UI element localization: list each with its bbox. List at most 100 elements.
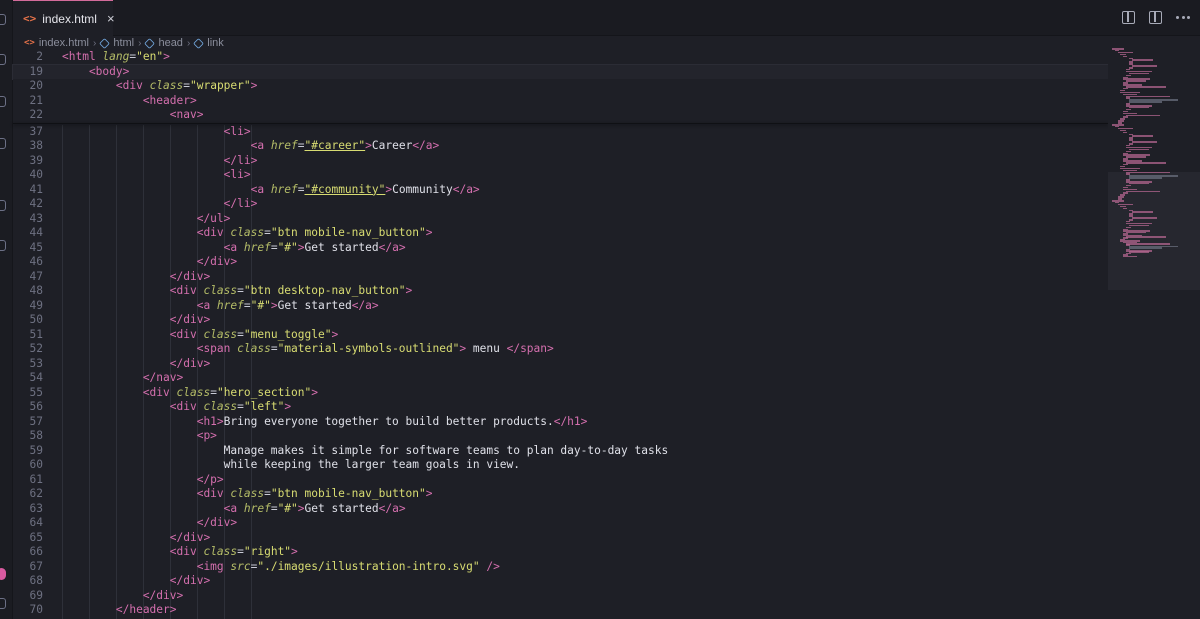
close-icon[interactable]: × xyxy=(107,11,115,26)
code-line[interactable]: 40 <li> xyxy=(13,168,1108,183)
code-line[interactable]: 49 <a href="#">Get started</a> xyxy=(13,299,1108,314)
split-editor-icon[interactable] xyxy=(1149,11,1162,24)
line-number: 2 xyxy=(36,50,43,63)
code-line[interactable]: 65 </div> xyxy=(13,531,1108,546)
code-line[interactable]: 42 </li> xyxy=(13,197,1108,212)
code-token: class xyxy=(203,400,238,413)
code-line[interactable]: 66 <div class="right"> xyxy=(13,545,1108,560)
code-line[interactable]: 20 <div class="wrapper"> xyxy=(13,79,1108,94)
minimap-line xyxy=(1126,156,1147,158)
code-line[interactable]: 61 </p> xyxy=(13,473,1108,488)
code-token: "btn mobile-nav_button" xyxy=(270,226,426,239)
code-line[interactable]: 38 <a href="#career">Career</a> xyxy=(13,139,1108,154)
code-token: <div xyxy=(62,545,204,558)
breadcrumb-item-head[interactable]: head xyxy=(144,37,183,49)
code-editor[interactable]: 37 <li> 38 <a href="#career">Career</a> 39… xyxy=(12,50,1109,619)
code-line[interactable]: 62 <div class="btn mobile-nav_button"> xyxy=(13,487,1108,502)
breadcrumb-label: html xyxy=(113,37,135,49)
code-token: Get started xyxy=(304,240,379,254)
code-line[interactable]: 44 <div class="btn mobile-nav_button"> xyxy=(13,226,1108,241)
code-text: <a href="#">Get started</a> xyxy=(62,241,406,256)
extensions-icon[interactable] xyxy=(0,240,6,251)
code-line[interactable]: 56 <div class="left"> xyxy=(13,400,1108,415)
code-token: </div> xyxy=(62,269,211,283)
run-debug-icon[interactable] xyxy=(0,138,6,149)
code-token: <p> xyxy=(62,429,217,442)
code-token: </li> xyxy=(62,153,258,167)
source-control-icon[interactable] xyxy=(0,96,6,107)
code-line[interactable]: 58 <p> xyxy=(13,429,1108,444)
code-line[interactable]: 19 <body> xyxy=(12,63,1109,80)
code-line[interactable]: 47 </div> xyxy=(13,270,1108,285)
code-token: <img xyxy=(62,559,231,573)
code-line[interactable]: 60 while keeping the larger team goals i… xyxy=(13,458,1108,473)
chevron-right-icon: › xyxy=(186,37,191,49)
line-number: 46 xyxy=(29,255,43,268)
more-actions-icon[interactable] xyxy=(1176,11,1190,24)
code-line[interactable]: 63 <a href="#">Get started</a> xyxy=(13,502,1108,517)
code-text: </div> xyxy=(62,357,210,372)
code-token: <a xyxy=(62,240,244,254)
sticky-scroll-divider xyxy=(13,123,1108,124)
code-token: > xyxy=(425,226,433,239)
minimap-line xyxy=(1128,182,1150,185)
code-token: class xyxy=(203,284,238,297)
code-token: Manage makes it simple for software team… xyxy=(62,443,669,457)
code-token: <span xyxy=(62,342,238,355)
code-line[interactable]: 48 <div class="btn desktop-nav_button"> xyxy=(13,284,1108,299)
breadcrumb-item-link[interactable]: link xyxy=(193,37,224,49)
code-token: </div> xyxy=(62,516,238,529)
code-line[interactable]: 21 <header> xyxy=(13,93,1108,108)
code-token: <div xyxy=(62,385,177,399)
code-line[interactable]: 64 </div> xyxy=(13,516,1108,531)
code-line[interactable]: 59 Manage makes it simple for software t… xyxy=(13,444,1108,459)
minimap[interactable] xyxy=(1108,36,1200,619)
code-line[interactable]: 53 </div> xyxy=(13,357,1108,372)
explorer-icon[interactable] xyxy=(0,14,6,25)
minimap-line xyxy=(1126,162,1166,164)
code-line[interactable]: 69 </div> xyxy=(13,589,1108,604)
code-line[interactable]: 41 <a href="#community">Community</a> xyxy=(13,183,1108,198)
line-number: 69 xyxy=(29,588,43,602)
code-line[interactable]: 39 </li> xyxy=(13,154,1108,169)
code-line[interactable]: 57 <h1>Bring everyone together to build … xyxy=(13,415,1108,430)
code-line[interactable]: 52 <span class="material-symbols-outline… xyxy=(13,342,1108,357)
line-number: 60 xyxy=(29,458,43,471)
code-text: <div class="left"> xyxy=(62,400,291,415)
code-token: = xyxy=(210,385,217,399)
code-text: <div class="right"> xyxy=(62,545,298,560)
open-preview-icon[interactable] xyxy=(1122,11,1135,24)
code-line[interactable]: 50 </div> xyxy=(13,313,1108,328)
code-line[interactable]: 2 <html lang="en"> xyxy=(13,50,1108,65)
code-token: <a xyxy=(62,298,217,312)
code-line[interactable]: 67 <img src="./images/illustration-intro… xyxy=(13,560,1108,575)
code-line[interactable]: 37 <li> xyxy=(13,125,1108,140)
code-line[interactable]: 55 <div class="hero_section"> xyxy=(13,386,1108,401)
search-icon[interactable] xyxy=(0,54,6,65)
minimap-line xyxy=(1126,190,1160,192)
code-line[interactable]: 54 </nav> xyxy=(13,371,1108,386)
code-line[interactable]: 45 <a href="#">Get started</a> xyxy=(13,241,1108,256)
code-text: <a href="#">Get started</a> xyxy=(62,502,406,517)
code-text: <p> xyxy=(62,429,217,444)
code-line[interactable]: 46 </div> xyxy=(13,255,1108,270)
code-token: <a xyxy=(62,139,271,152)
settings-gear-icon[interactable] xyxy=(0,598,6,609)
code-line[interactable]: 68 </div> xyxy=(13,574,1108,589)
code-line[interactable]: 51 <div class="menu_toggle"> xyxy=(13,328,1108,343)
tab-index-html[interactable]: <> index.html × xyxy=(13,0,115,36)
code-token: <div xyxy=(62,284,204,297)
code-token: menu xyxy=(466,342,507,355)
code-token: Bring everyone together to build better … xyxy=(223,414,554,428)
breadcrumb-item-file[interactable]: <> index.html xyxy=(24,37,89,49)
remote-explorer-icon[interactable] xyxy=(0,200,6,211)
account-badge[interactable] xyxy=(0,568,6,580)
breadcrumb-item-html[interactable]: html xyxy=(99,37,135,49)
code-line[interactable]: 22 <nav> xyxy=(13,108,1108,123)
minimap-line xyxy=(1131,211,1153,213)
code-line[interactable]: 70 </header> xyxy=(13,603,1108,618)
code-token: = xyxy=(237,284,244,297)
minimap-line xyxy=(1126,86,1166,88)
code-token: class xyxy=(149,79,184,92)
code-line[interactable]: 43 </ul> xyxy=(13,212,1108,227)
